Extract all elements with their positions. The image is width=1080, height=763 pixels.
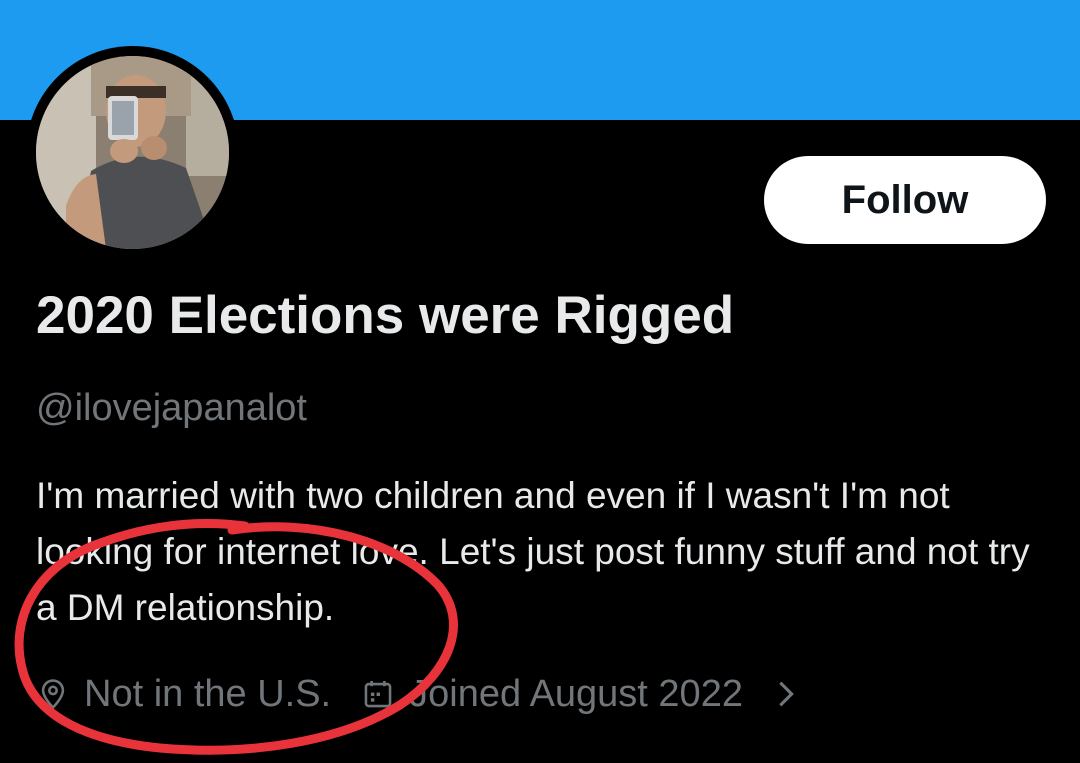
chevron-right-icon[interactable]	[773, 677, 799, 711]
profile-header: Follow 2020 Elections were Rigged @ilove…	[0, 0, 1080, 763]
profile-location: Not in the U.S.	[84, 673, 332, 715]
avatar[interactable]	[36, 56, 229, 249]
profile-joined-date: Joined August 2022	[409, 673, 743, 715]
profile-handle: @ilovejapanalot	[36, 387, 307, 429]
location-pin-icon	[36, 677, 70, 711]
profile-bio: I'm married with two children and even i…	[36, 475, 1030, 628]
profile-meta-row: Not in the U.S. Joined August 2022	[36, 668, 799, 720]
calendar-icon	[361, 677, 395, 711]
follow-button[interactable]: Follow	[764, 156, 1046, 244]
profile-display-name: 2020 Elections were Rigged	[36, 286, 735, 345]
